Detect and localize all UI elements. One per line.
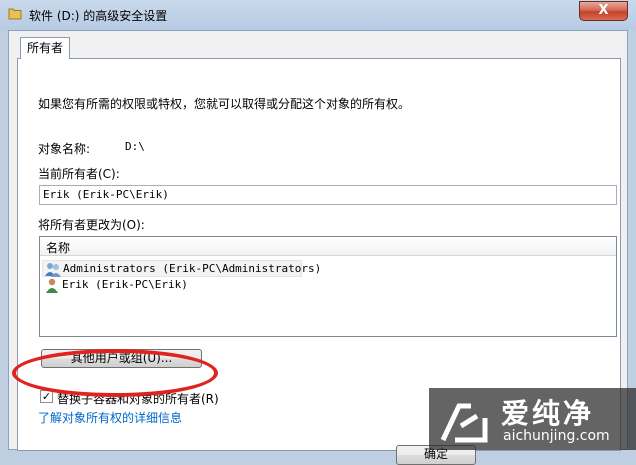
folder-icon (8, 8, 22, 20)
users-group-icon (45, 263, 61, 277)
close-button[interactable]: X (579, 1, 628, 21)
current-owner-label: 当前所有者(C): (38, 167, 120, 181)
watermark-logo-icon (440, 403, 488, 443)
other-users-button[interactable]: 其他用户或组(U)... (41, 349, 202, 368)
watermark-brand: 爱纯净 (501, 397, 595, 430)
owner-listbox[interactable]: 名称 Administrators (Erik-PC\Administrator… (39, 236, 617, 337)
intro-text: 如果您有所需的权限或特权，您就可以取得或分配这个对象的所有权。 (38, 97, 411, 111)
watermark-url: aichunjing.com (503, 428, 610, 444)
user-icon (46, 278, 58, 293)
replace-owner-label: 替换子容器和对象的所有者(R) (57, 392, 219, 406)
dialog-body: 所有者 如果您有所需的权限或特权，您就可以取得或分配这个对象的所有权。 对象名称… (8, 30, 628, 465)
window-title: 软件 (D:) 的高级安全设置 (29, 9, 168, 23)
list-item[interactable]: Erik (Erik-PC\Erik) (42, 277, 242, 294)
learn-more-link[interactable]: 了解对象所有权的详细信息 (38, 409, 182, 426)
list-item[interactable]: Administrators (Erik-PC\Administrators) (42, 260, 321, 277)
change-owner-label: 将所有者更改为(O): (38, 218, 145, 232)
watermark: 爱纯净 aichunjing.com (429, 388, 636, 450)
column-header-name[interactable]: 名称 (40, 237, 616, 256)
title-bar: 软件 (D:) 的高级安全设置 X (0, 0, 636, 30)
list-item-label: Erik (Erik-PC\Erik) (62, 278, 188, 291)
current-owner-field: Erik (Erik-PC\Erik) (39, 185, 617, 205)
object-name-label: 对象名称: (38, 142, 91, 156)
tab-owner[interactable]: 所有者 (20, 37, 70, 59)
replace-owner-checkbox[interactable]: ✓ (40, 390, 53, 403)
column-header-label: 名称 (46, 241, 71, 255)
object-name-value: D:\ (125, 140, 145, 153)
list-item-label: Administrators (Erik-PC\Administrators) (63, 262, 322, 275)
